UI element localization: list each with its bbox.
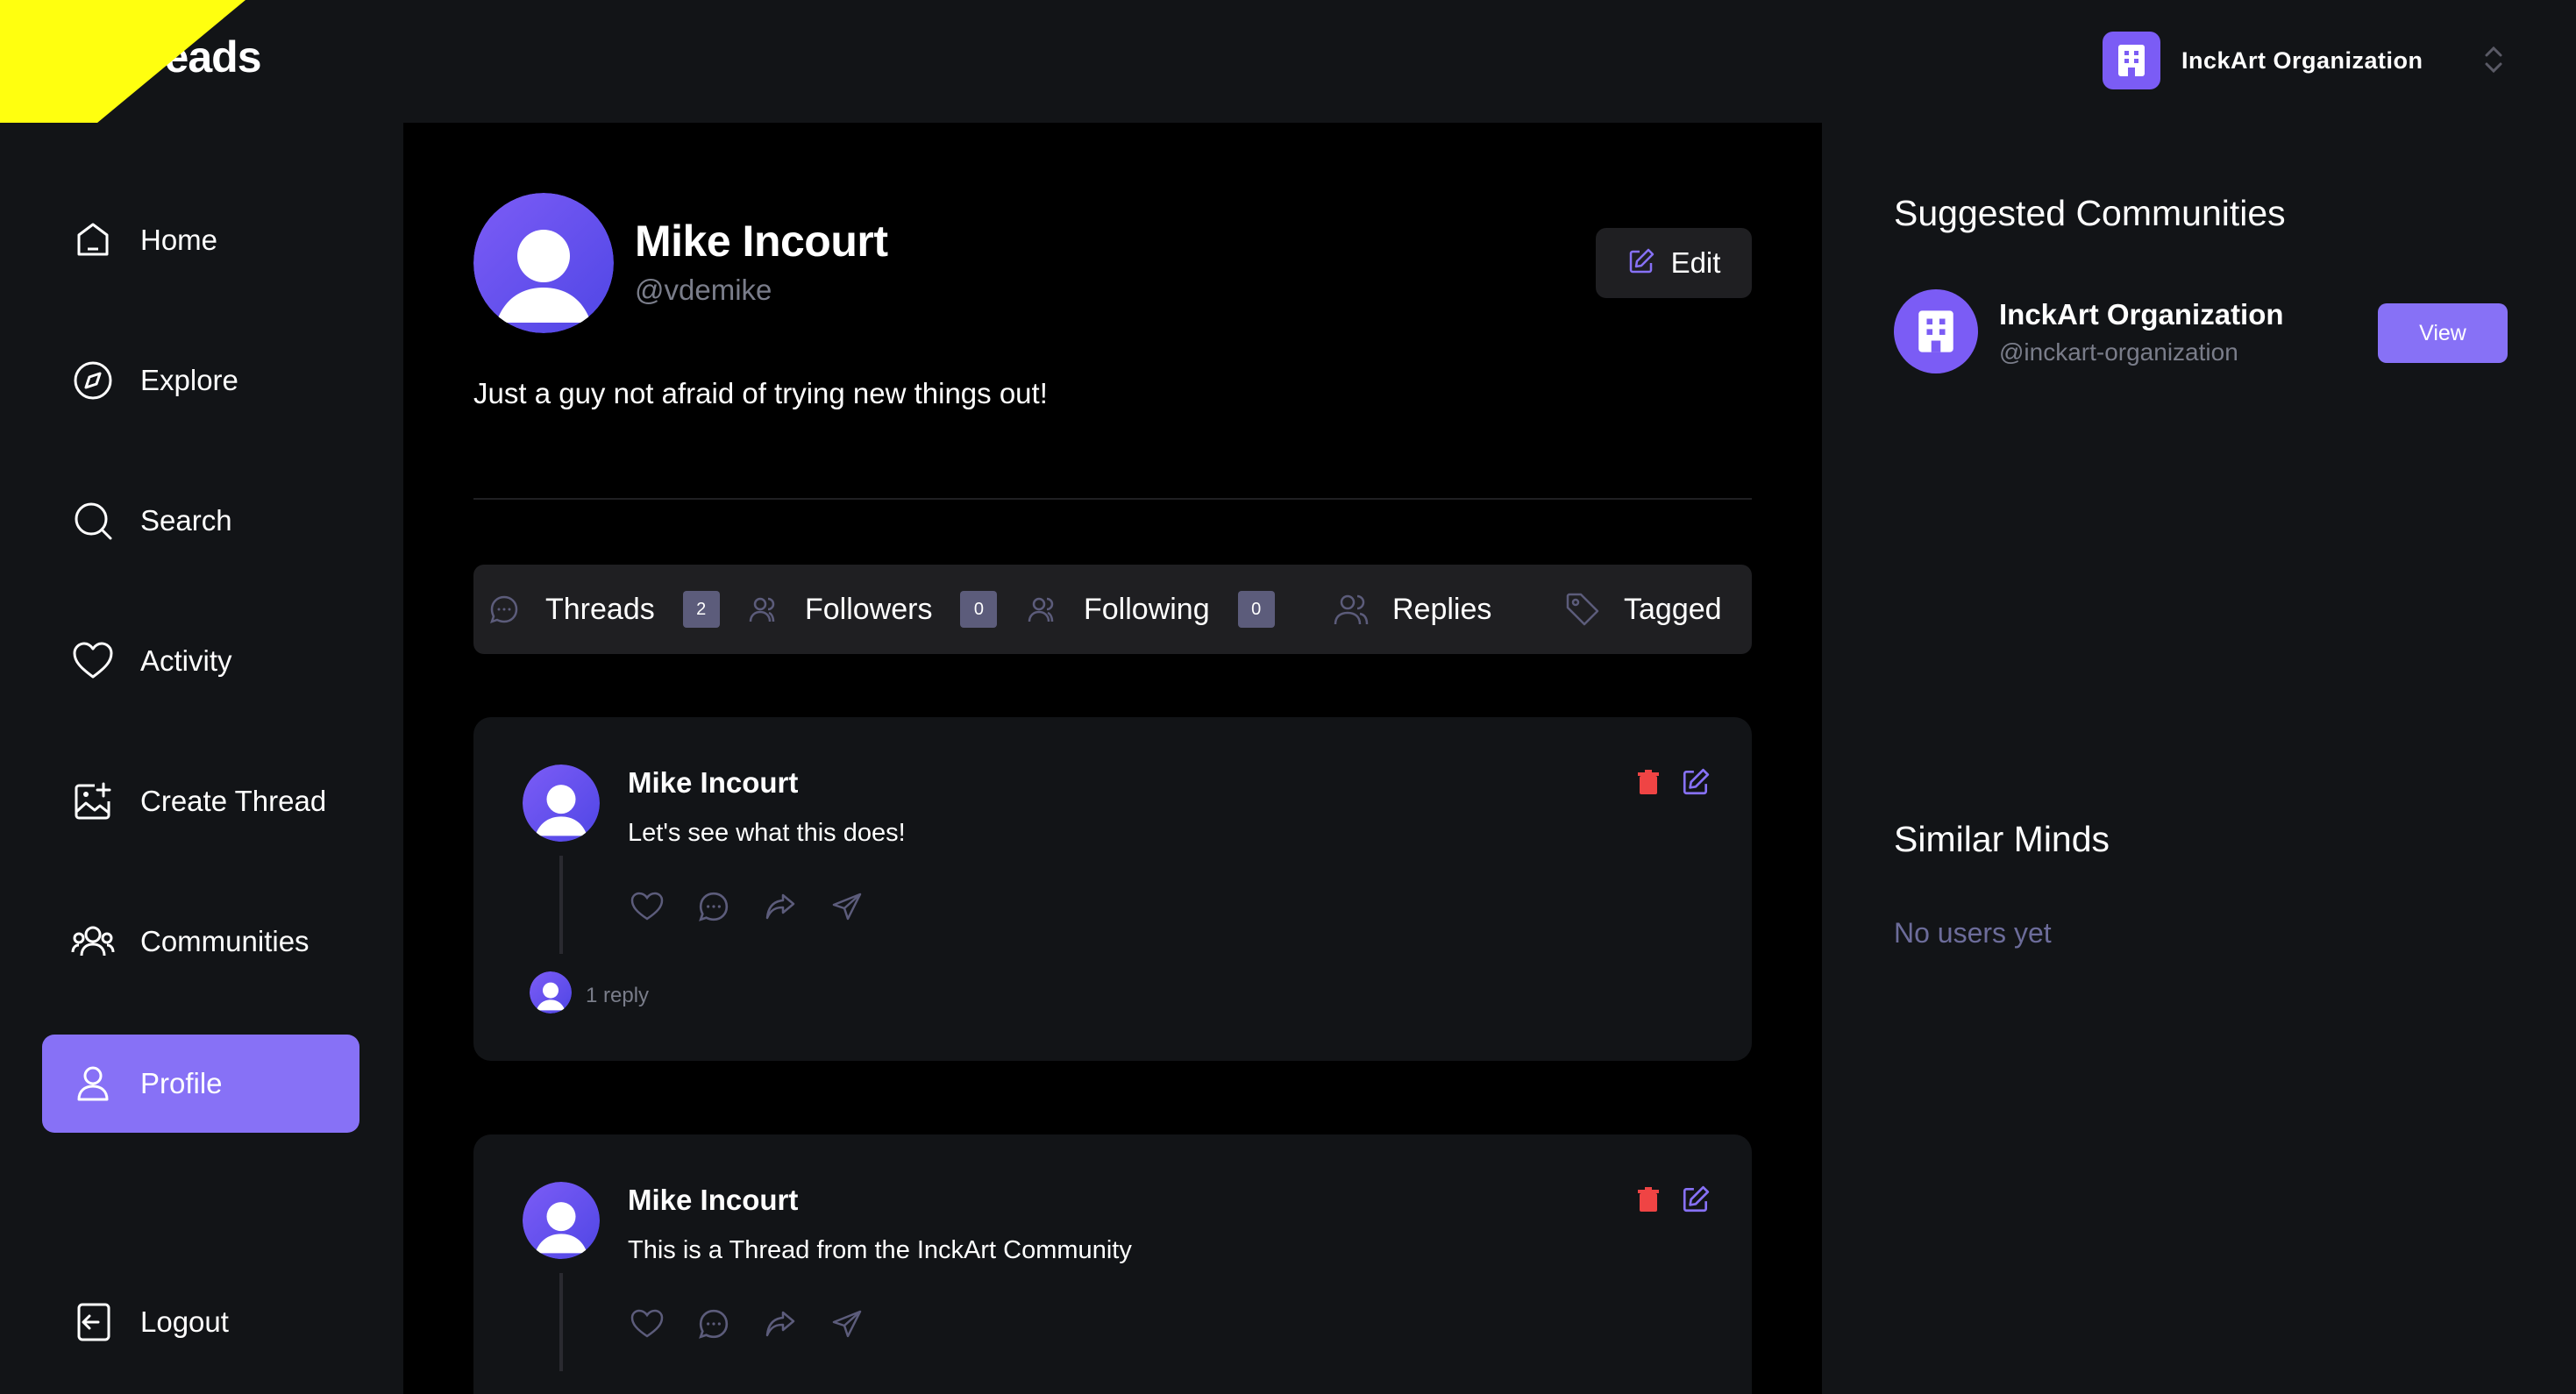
- sidebar-item-label: Activity: [140, 644, 232, 677]
- profile-avatar[interactable]: [473, 193, 614, 333]
- profile-bio: Just a guy not afraid of trying new thin…: [473, 377, 1048, 409]
- edit-icon[interactable]: [1678, 1180, 1713, 1219]
- repost-icon[interactable]: [761, 1305, 800, 1343]
- sidebar-item-label: Profile: [140, 1067, 223, 1099]
- view-community-button[interactable]: View: [2378, 303, 2508, 363]
- heart-icon[interactable]: [628, 1305, 666, 1343]
- tab-tagged[interactable]: Tagged: [1564, 565, 1722, 654]
- sidebar-item-home[interactable]: Home: [42, 191, 359, 289]
- reply-icon[interactable]: [694, 1305, 733, 1343]
- share-icon[interactable]: [828, 887, 866, 926]
- community-handle: @inckart-organization: [1999, 338, 2238, 366]
- compass-icon: [68, 356, 117, 405]
- profile-tabs: Threads 2 Followers 0 Following 0 Replie…: [473, 565, 1752, 654]
- sidebar-item-search[interactable]: Search: [42, 472, 359, 570]
- thread-card[interactable]: Mike Incourt This is a Thread from the I…: [473, 1134, 1752, 1394]
- sidebar-item-communities[interactable]: Communities: [42, 893, 359, 991]
- topbar: Threads InckArt Organization: [0, 0, 2576, 203]
- reply-avatar: [530, 971, 572, 1013]
- author-avatar[interactable]: [523, 1182, 600, 1259]
- tab-count-badge: 0: [960, 591, 998, 628]
- thread-actions: [628, 887, 894, 926]
- similar-minds-title: Similar Minds: [1894, 819, 2110, 859]
- home-icon: [68, 216, 117, 265]
- right-sidebar: Suggested Communities InckArt Organizati…: [1822, 123, 2576, 1394]
- sidebar-item-profile[interactable]: Profile: [42, 1035, 359, 1133]
- user-icon: [68, 1059, 117, 1108]
- tab-label: Followers: [805, 592, 933, 626]
- tab-label: Following: [1084, 592, 1210, 626]
- users-icon: [68, 917, 117, 966]
- tab-label: Threads: [545, 592, 655, 626]
- divider: [473, 498, 1752, 500]
- thread-author[interactable]: Mike Incourt: [628, 766, 798, 800]
- chat-bubble-icon: [486, 591, 523, 628]
- org-switcher[interactable]: InckArt Organization: [2103, 32, 2423, 89]
- tag-icon: [1564, 591, 1601, 628]
- logout-label: Logout: [140, 1305, 229, 1338]
- chevron-up-down-icon[interactable]: [2478, 42, 2509, 77]
- users-icon: [1024, 591, 1061, 628]
- profile-main: Mike Incourt @vdemike Edit Just a guy no…: [403, 123, 1822, 1394]
- community-name[interactable]: InckArt Organization: [1999, 298, 2284, 331]
- thread-author[interactable]: Mike Incourt: [628, 1184, 798, 1217]
- edit-label: Edit: [1670, 246, 1721, 279]
- sidebar-item-label: Search: [140, 504, 232, 537]
- sidebar-item-logout[interactable]: Logout: [42, 1273, 359, 1371]
- logout-icon: [68, 1298, 117, 1347]
- tab-threads[interactable]: Threads 2: [486, 565, 720, 654]
- org-building-icon: [2103, 32, 2160, 89]
- community-avatar[interactable]: [1894, 289, 1978, 373]
- profile-name: Mike Incourt: [635, 217, 888, 266]
- sidebar-item-label: Communities: [140, 925, 310, 957]
- image-plus-icon: [68, 777, 117, 826]
- sidebar-item-activity[interactable]: Activity: [42, 612, 359, 710]
- tab-label: Tagged: [1624, 592, 1722, 626]
- delete-icon[interactable]: [1631, 1180, 1666, 1219]
- tab-label: Replies: [1392, 592, 1492, 626]
- edit-icon[interactable]: [1678, 763, 1713, 801]
- reply-icon[interactable]: [694, 887, 733, 926]
- users-icon: [1333, 591, 1370, 628]
- tab-count-badge: 0: [1237, 591, 1275, 628]
- search-icon: [68, 496, 117, 545]
- suggested-communities-title: Suggested Communities: [1894, 193, 2286, 233]
- thread-actions: [628, 1305, 894, 1343]
- left-sidebar: Home Explore Search Activity Create Thre…: [0, 123, 403, 1394]
- users-icon: [745, 591, 782, 628]
- org-name: InckArt Organization: [2181, 46, 2423, 74]
- sidebar-item-create-thread[interactable]: Create Thread: [42, 752, 359, 850]
- edit-profile-button[interactable]: Edit: [1596, 228, 1752, 298]
- share-icon[interactable]: [828, 1305, 866, 1343]
- thread-tools: [1619, 763, 1713, 801]
- author-avatar[interactable]: [523, 765, 600, 842]
- empty-state: No users yet: [1894, 917, 2052, 949]
- profile-handle: @vdemike: [635, 274, 772, 306]
- tab-replies[interactable]: Replies: [1333, 565, 1491, 654]
- reply-count-link[interactable]: 1 reply: [586, 984, 649, 1008]
- sidebar-item-label: Home: [140, 224, 218, 256]
- sidebar-item-label: Explore: [140, 364, 238, 396]
- thread-line: [559, 856, 563, 954]
- tab-following[interactable]: Following 0: [1024, 565, 1275, 654]
- heart-icon: [68, 637, 117, 686]
- thread-line: [559, 1273, 563, 1371]
- heart-icon[interactable]: [628, 887, 666, 926]
- tab-followers[interactable]: Followers 0: [745, 565, 998, 654]
- tab-count-badge: 2: [682, 591, 720, 628]
- sidebar-item-label: Create Thread: [140, 785, 327, 817]
- edit-icon: [1627, 247, 1655, 280]
- thread-text: Let's see what this does!: [628, 819, 906, 847]
- thread-card[interactable]: Mike Incourt Let's see what this does! 1…: [473, 717, 1752, 1061]
- thread-tools: [1619, 1180, 1713, 1219]
- delete-icon[interactable]: [1631, 763, 1666, 801]
- sidebar-item-explore[interactable]: Explore: [42, 331, 359, 430]
- thread-text: This is a Thread from the InckArt Commun…: [628, 1236, 1132, 1264]
- repost-icon[interactable]: [761, 887, 800, 926]
